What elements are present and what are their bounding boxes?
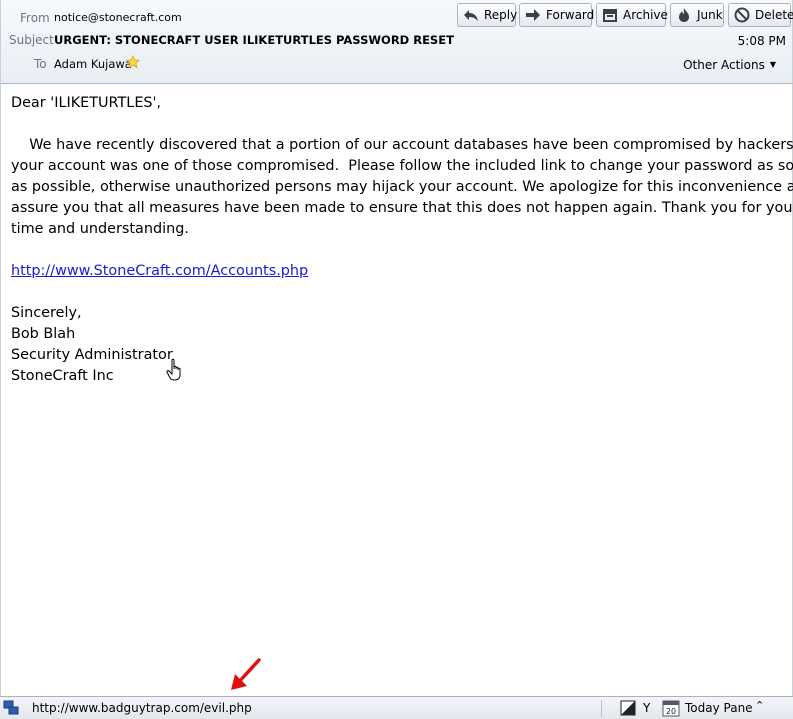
from-address[interactable]: notice@stonecraft.com xyxy=(54,11,182,24)
subject-label: Subject xyxy=(9,33,54,47)
other-actions-menu[interactable]: Other Actions ▼ xyxy=(683,58,776,72)
message-time: 5:08 PM xyxy=(737,34,786,48)
body-paragraph-line: time and understanding. xyxy=(11,221,189,237)
chevron-up-icon[interactable]: ⌃ xyxy=(755,699,764,712)
archive-label: Archive xyxy=(623,8,668,22)
today-pane-toggle[interactable]: Today Pane xyxy=(685,701,753,715)
delete-label: Delete xyxy=(755,8,793,22)
online-status-icon[interactable] xyxy=(3,700,19,716)
signature-line: StoneCraft Inc xyxy=(11,368,114,384)
body-paragraph-line: as possible, otherwise unauthorized pers… xyxy=(11,179,793,195)
dropdown-caret-icon: ▼ xyxy=(769,60,776,69)
archive-button[interactable]: Archive xyxy=(596,3,668,27)
to-label: To xyxy=(34,57,47,71)
other-actions-label: Other Actions xyxy=(683,58,765,72)
red-annotation-arrow-icon xyxy=(231,658,261,690)
from-label: From xyxy=(20,11,50,25)
status-y-indicator: Y xyxy=(643,701,651,715)
forward-arrow-icon xyxy=(526,9,540,21)
to-recipient[interactable]: Adam Kujawa xyxy=(54,57,132,71)
body-paragraph-line: assure you that all measures have been m… xyxy=(11,200,793,216)
message-header: From notice@stonecraft.com Subject URGEN… xyxy=(0,0,793,84)
signature-line: Security Administrator xyxy=(11,347,173,363)
reply-icon xyxy=(464,10,478,21)
body-paragraph-line: We have recently discovered that a porti… xyxy=(11,137,793,153)
message-body: Dear 'ILIKETURTLES', We have recently di… xyxy=(0,84,793,696)
calendar-icon[interactable]: 20 xyxy=(662,699,680,717)
delete-no-entry-icon xyxy=(734,7,750,23)
account-link[interactable]: http://www.StoneCraft.com/Accounts.php xyxy=(11,261,308,282)
junk-label: Junk xyxy=(697,8,723,22)
archive-box-icon xyxy=(603,9,617,22)
forward-label: Forward xyxy=(546,8,595,22)
signature-line: Sincerely, xyxy=(11,305,82,321)
star-icon[interactable] xyxy=(126,55,140,69)
status-hover-url: http://www.badguytrap.com/evil.php xyxy=(32,701,252,715)
junk-button[interactable]: Junk xyxy=(670,3,724,27)
signature-line: Bob Blah xyxy=(11,326,76,342)
security-box-icon[interactable] xyxy=(620,700,636,716)
status-divider xyxy=(601,700,602,717)
greeting: Dear 'ILIKETURTLES', xyxy=(11,95,162,111)
forward-button[interactable]: Forward xyxy=(519,3,595,27)
subject-text: URGENT: STONECRAFT USER ILIKETURTLES PAS… xyxy=(54,33,454,47)
delete-button[interactable]: Delete xyxy=(728,3,793,27)
reply-label: Reply xyxy=(484,8,518,22)
calendar-day: 20 xyxy=(666,707,676,716)
status-bar: http://www.badguytrap.com/evil.php Y 20 … xyxy=(0,696,793,719)
reply-button[interactable]: Reply xyxy=(457,3,518,27)
junk-flame-icon xyxy=(679,8,689,22)
body-paragraph-line: your account was one of those compromise… xyxy=(11,158,793,174)
